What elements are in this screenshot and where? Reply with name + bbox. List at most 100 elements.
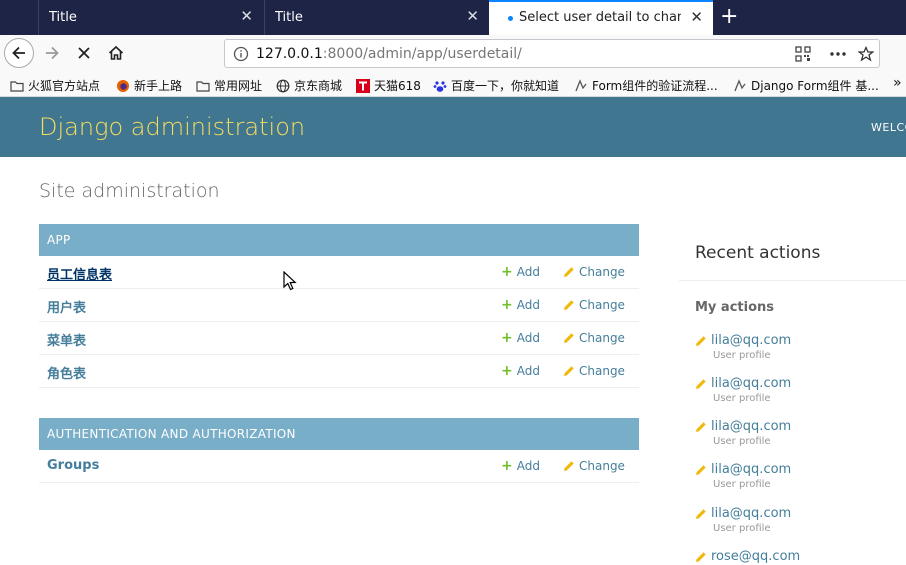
info-icon[interactable] xyxy=(233,46,249,62)
change-link[interactable]: Change xyxy=(563,331,625,345)
forward-button[interactable] xyxy=(37,38,67,68)
action-link[interactable]: rose@qq.com xyxy=(695,549,905,564)
add-link[interactable]: + Add xyxy=(501,331,540,345)
url-bar[interactable]: 127.0.0.1:8000/admin/app/userdetail/ xyxy=(224,39,880,68)
close-icon[interactable]: ✕ xyxy=(690,10,703,25)
my-actions-heading: My actions xyxy=(695,300,775,315)
model-link[interactable]: 角色表 xyxy=(47,363,86,382)
table-row: Groups + Add Change xyxy=(39,450,639,483)
home-button[interactable] xyxy=(101,38,131,68)
action-label: lila@qq.com xyxy=(711,376,792,391)
pencil-icon xyxy=(564,461,574,471)
more-actions-icon[interactable] xyxy=(829,46,847,62)
add-label: Add xyxy=(516,331,540,345)
change-link[interactable]: Change xyxy=(563,298,625,312)
pencil-icon xyxy=(696,378,706,389)
plus-icon: + xyxy=(501,264,513,280)
bookmark-item[interactable]: 常用网址 xyxy=(196,77,262,94)
table-row: 用户表 + Add Change xyxy=(39,289,639,322)
plus-icon: + xyxy=(501,330,513,346)
bookmark-item[interactable]: Form组件的验证流程... xyxy=(574,77,718,94)
pencil-icon xyxy=(564,267,574,277)
arrow-right-icon xyxy=(46,46,59,60)
add-label: Add xyxy=(516,364,540,378)
tab-title: Select user detail to change xyxy=(519,10,681,25)
new-tab-button[interactable]: + xyxy=(720,5,738,29)
list-item: lila@qq.com User profile xyxy=(695,462,905,490)
module-auth: AUTHENTICATION AND AUTHORIZATION Groups … xyxy=(39,418,639,483)
model-link[interactable]: 员工信息表 xyxy=(47,264,112,283)
add-link[interactable]: + Add xyxy=(501,459,540,473)
bookmark-item[interactable]: 百度一下，你就知道 xyxy=(433,77,559,94)
pencil-icon xyxy=(564,333,574,343)
close-icon[interactable]: ✕ xyxy=(466,9,479,24)
page-title: Site administration xyxy=(39,180,220,202)
table-row: 员工信息表 + Add Change xyxy=(39,256,639,289)
model-link[interactable]: Groups xyxy=(47,458,99,473)
action-link[interactable]: lila@qq.com xyxy=(695,333,905,348)
bookmark-item[interactable]: Django Form组件 基... xyxy=(733,77,879,94)
bookmark-label: Form组件的验证流程... xyxy=(592,79,718,93)
pencil-icon xyxy=(696,421,706,432)
stop-button[interactable] xyxy=(69,38,99,68)
bookmark-label: 常用网址 xyxy=(214,79,263,93)
bookmark-label: 火狐官方站点 xyxy=(28,79,101,93)
bookmark-label: 京东商城 xyxy=(294,79,343,93)
bookmark-label: 天猫618 xyxy=(374,79,421,93)
action-label: lila@qq.com xyxy=(711,462,792,477)
bookmark-item[interactable]: 京东商城 xyxy=(276,77,342,94)
pencil-icon xyxy=(696,335,706,346)
action-link[interactable]: lila@qq.com xyxy=(695,506,905,521)
bookmark-overflow-button[interactable]: » xyxy=(893,75,902,91)
firefox-icon xyxy=(117,79,129,92)
recent-actions-title: Recent actions xyxy=(695,243,821,263)
add-link[interactable]: + Add xyxy=(501,265,540,279)
list-item: lila@qq.com User profile xyxy=(695,376,905,404)
add-link[interactable]: + Add xyxy=(501,364,540,378)
close-icon[interactable]: ✕ xyxy=(240,9,253,24)
change-link[interactable]: Change xyxy=(563,364,625,378)
pencil-icon xyxy=(696,464,706,475)
tmall-icon xyxy=(356,78,370,93)
bookmark-item[interactable]: 新手上路 xyxy=(116,77,182,94)
arrow-left-icon xyxy=(12,46,25,60)
action-label: rose@qq.com xyxy=(711,549,801,564)
add-label: Add xyxy=(516,298,540,312)
mouse-pointer-icon xyxy=(283,271,297,291)
model-link[interactable]: 用户表 xyxy=(47,297,86,316)
browser-tab-1[interactable]: Title ✕ xyxy=(38,0,263,35)
change-link[interactable]: Change xyxy=(563,265,625,279)
action-meta: User profile xyxy=(713,436,771,447)
folder-icon xyxy=(10,80,24,92)
browser-tab-active[interactable]: Select user detail to change ✕ xyxy=(489,0,713,35)
admin-header: Django administration WELCOME, xyxy=(0,97,906,157)
action-link[interactable]: lila@qq.com xyxy=(695,462,905,477)
site-brand[interactable]: Django administration xyxy=(39,113,305,141)
add-link[interactable]: + Add xyxy=(501,298,540,312)
bookmark-item[interactable]: 天猫618 xyxy=(356,77,421,94)
welcome-text: WELCOME, xyxy=(871,121,906,134)
back-button[interactable] xyxy=(4,38,34,68)
list-item: rose@qq.com xyxy=(695,549,905,564)
bookmark-label: Django Form组件 基... xyxy=(751,79,879,93)
url-host: 127.0.0.1 xyxy=(256,46,323,62)
change-link[interactable]: Change xyxy=(563,459,625,473)
bookmark-item[interactable]: 火狐官方站点 xyxy=(10,77,100,94)
change-label: Change xyxy=(579,364,625,378)
action-link[interactable]: lila@qq.com xyxy=(695,376,905,391)
qr-code-icon[interactable] xyxy=(795,46,811,62)
module-caption[interactable]: AUTHENTICATION AND AUTHORIZATION xyxy=(39,418,639,450)
action-link[interactable]: lila@qq.com xyxy=(695,419,905,434)
change-label: Change xyxy=(579,331,625,345)
browser-tab-2[interactable]: Title ✕ xyxy=(264,0,489,35)
plus-icon: + xyxy=(501,363,513,379)
browser-navbar: 127.0.0.1:8000/admin/app/userdetail/ xyxy=(0,35,906,72)
bookmark-star-icon[interactable] xyxy=(858,46,874,62)
action-meta: User profile xyxy=(713,523,771,534)
globe-icon xyxy=(276,79,290,92)
stop-icon xyxy=(78,47,90,59)
url-text[interactable]: 127.0.0.1:8000/admin/app/userdetail/ xyxy=(256,46,522,62)
plus-icon: + xyxy=(501,458,513,474)
model-link[interactable]: 菜单表 xyxy=(47,330,86,349)
module-caption[interactable]: APP xyxy=(39,224,639,256)
